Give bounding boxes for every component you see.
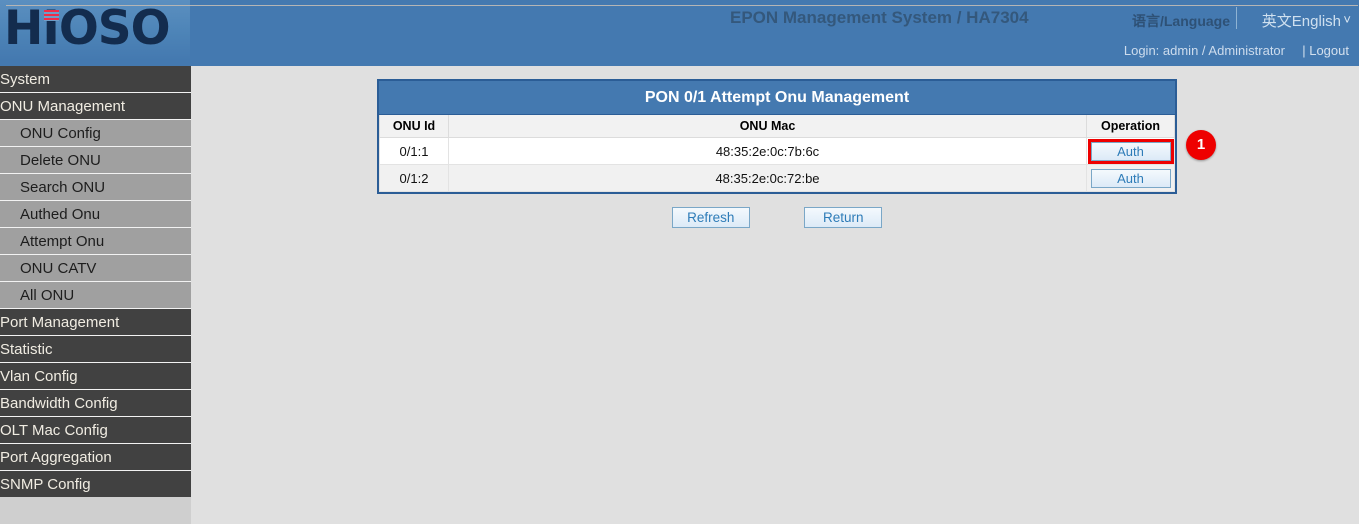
sidebar-item-authed-onu[interactable]: Authed Onu: [0, 201, 191, 228]
logout-link[interactable]: | Logout: [1302, 43, 1349, 58]
sidebar-item-port-aggregation[interactable]: Port Aggregation: [0, 444, 191, 471]
sidebar-item-vlan-config[interactable]: Vlan Config: [0, 363, 191, 390]
logo-accent-icon: [44, 10, 59, 21]
cell-onu-mac: 48:35:2e:0c:7b:6c: [449, 138, 1087, 165]
sidebar-item-attempt-onu[interactable]: Attempt Onu: [0, 228, 191, 255]
table-row: 0/1:1 48:35:2e:0c:7b:6c Auth: [380, 138, 1175, 165]
sidebar-item-onu-catv[interactable]: ONU CATV: [0, 255, 191, 282]
column-header-onu-mac: ONU Mac: [449, 115, 1087, 138]
table-header-row: ONU Id ONU Mac Operation: [380, 115, 1175, 138]
logo-panel: HIOSO: [0, 0, 190, 60]
page-title: EPON Management System / HA7304: [730, 8, 1020, 28]
language-label: 语言/Language: [1132, 11, 1230, 31]
cell-onu-mac: 48:35:2e:0c:72:be: [449, 165, 1087, 192]
sidebar-item-system[interactable]: System: [0, 66, 191, 93]
cell-operation: Auth: [1087, 165, 1175, 192]
panel-title: PON 0/1 Attempt Onu Management: [379, 81, 1175, 115]
column-header-operation: Operation: [1087, 115, 1175, 138]
sidebar-item-search-onu[interactable]: Search ONU: [0, 174, 191, 201]
cell-operation: Auth: [1087, 138, 1175, 165]
sidebar-item-snmp-config[interactable]: SNMP Config: [0, 471, 191, 497]
sidebar-item-all-onu[interactable]: All ONU: [0, 282, 191, 309]
sidebar-item-delete-onu[interactable]: Delete ONU: [0, 147, 191, 174]
sidebar-item-olt-mac-config[interactable]: OLT Mac Config: [0, 417, 191, 444]
header-divider: [1236, 7, 1237, 29]
sidebar-item-statistic[interactable]: Statistic: [0, 336, 191, 363]
login-info: Login: admin / Administrator: [1124, 43, 1285, 58]
sidebar-nav: System ONU Management ONU Config Delete …: [0, 66, 191, 497]
language-select[interactable]: 英文English: [1262, 10, 1341, 31]
sidebar-item-onu-management[interactable]: ONU Management: [0, 93, 191, 120]
auth-button-row-2[interactable]: Auth: [1091, 169, 1171, 188]
return-button[interactable]: Return: [804, 207, 882, 228]
auth-button-row-1[interactable]: Auth: [1091, 142, 1171, 161]
sidebar-item-onu-config[interactable]: ONU Config: [0, 120, 191, 147]
column-header-onu-id: ONU Id: [380, 115, 449, 138]
attempt-onu-table: ONU Id ONU Mac Operation 0/1:1 48:35:2e:…: [379, 115, 1175, 192]
action-bar: Refresh Return: [377, 207, 1177, 228]
sidebar-item-port-management[interactable]: Port Management: [0, 309, 191, 336]
onu-panel: PON 0/1 Attempt Onu Management ONU Id ON…: [377, 79, 1177, 194]
cell-onu-id: 0/1:2: [380, 165, 449, 192]
annotation-badge-1: 1: [1186, 130, 1216, 160]
cell-onu-id: 0/1:1: [380, 138, 449, 165]
sidebar-filler: [0, 497, 191, 524]
sidebar-item-bandwidth-config[interactable]: Bandwidth Config: [0, 390, 191, 417]
page-header: HIOSO EPON Management System / HA7304 语言…: [0, 0, 1359, 66]
table-row: 0/1:2 48:35:2e:0c:72:be Auth: [380, 165, 1175, 192]
content-divider: [6, 5, 1358, 6]
hioso-logo: HIOSO: [4, 2, 170, 56]
refresh-button[interactable]: Refresh: [672, 207, 750, 228]
chevron-down-icon[interactable]: ˅: [1343, 12, 1351, 27]
